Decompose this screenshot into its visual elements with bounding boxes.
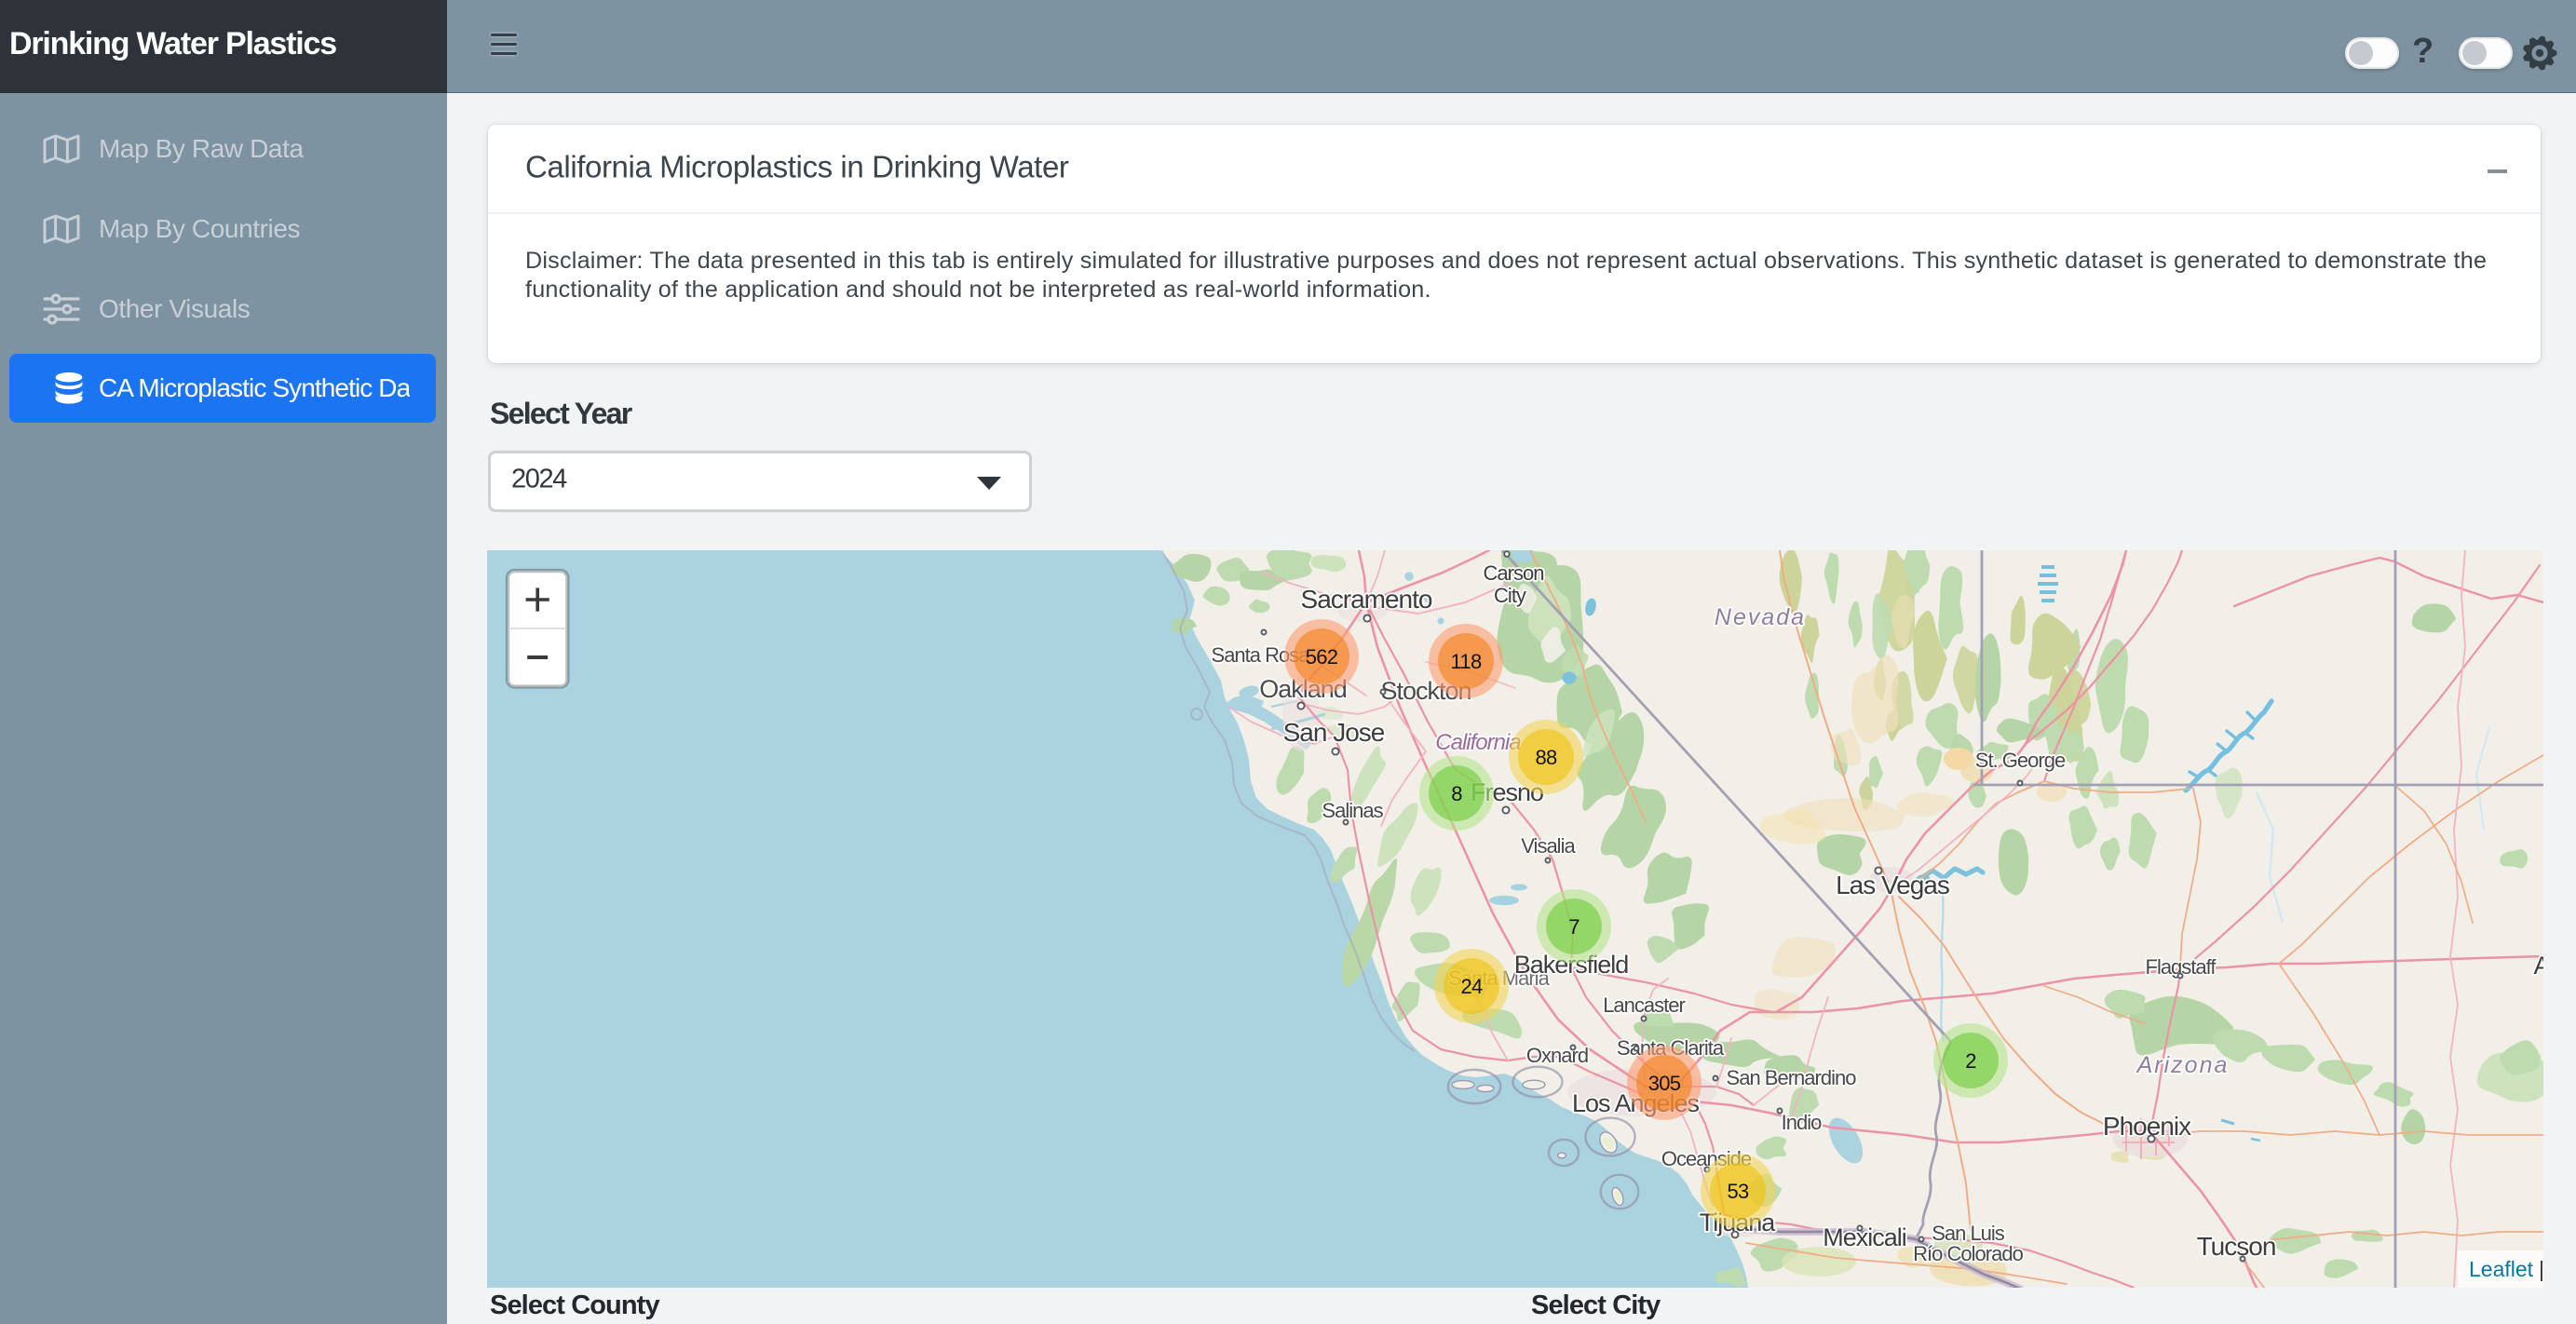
svg-text:Indio: Indio [1782, 1111, 1822, 1134]
svg-text:88: 88 [1535, 746, 1557, 769]
svg-text:Carson: Carson [1484, 561, 1544, 585]
svg-text:City: City [1494, 584, 1526, 607]
svg-text:Sacramento: Sacramento [1301, 585, 1432, 614]
svg-text:|: | [2539, 1257, 2543, 1281]
svg-text:St. George: St. George [1975, 749, 2066, 772]
svg-text:Visalia: Visalia [1521, 834, 1576, 858]
svg-text:2: 2 [1965, 1049, 1976, 1073]
svg-text:Arizona: Arizona [2135, 1052, 2230, 1078]
svg-text:Oxnard: Oxnard [1526, 1044, 1588, 1067]
svg-text:Phoenix: Phoenix [2103, 1112, 2191, 1141]
svg-text:305: 305 [1648, 1072, 1681, 1095]
svg-text:118: 118 [1451, 650, 1482, 673]
svg-text:Las Vegas: Las Vegas [1836, 871, 1949, 899]
svg-text:Nevada: Nevada [1715, 604, 1806, 630]
svg-text:California: California [1435, 730, 1521, 755]
svg-text:562: 562 [1306, 645, 1338, 669]
svg-text:San Bernardino: San Bernardino [1727, 1066, 1857, 1089]
svg-text:Río Colorado: Río Colorado [1913, 1242, 2023, 1265]
svg-text:Tucson: Tucson [2197, 1232, 2276, 1261]
svg-text:8: 8 [1451, 782, 1462, 805]
svg-text:Mexicali: Mexicali [1823, 1223, 1906, 1251]
svg-text:San Jose: San Jose [1283, 718, 1385, 747]
svg-text:Lancaster: Lancaster [1603, 993, 1685, 1017]
svg-text:Salinas: Salinas [1322, 799, 1383, 822]
svg-text:7: 7 [1568, 915, 1579, 939]
svg-text:A: A [2533, 952, 2543, 979]
svg-text:Leaflet: Leaflet [2469, 1257, 2534, 1281]
svg-text:24: 24 [1460, 975, 1483, 998]
svg-text:53: 53 [1727, 1180, 1749, 1203]
